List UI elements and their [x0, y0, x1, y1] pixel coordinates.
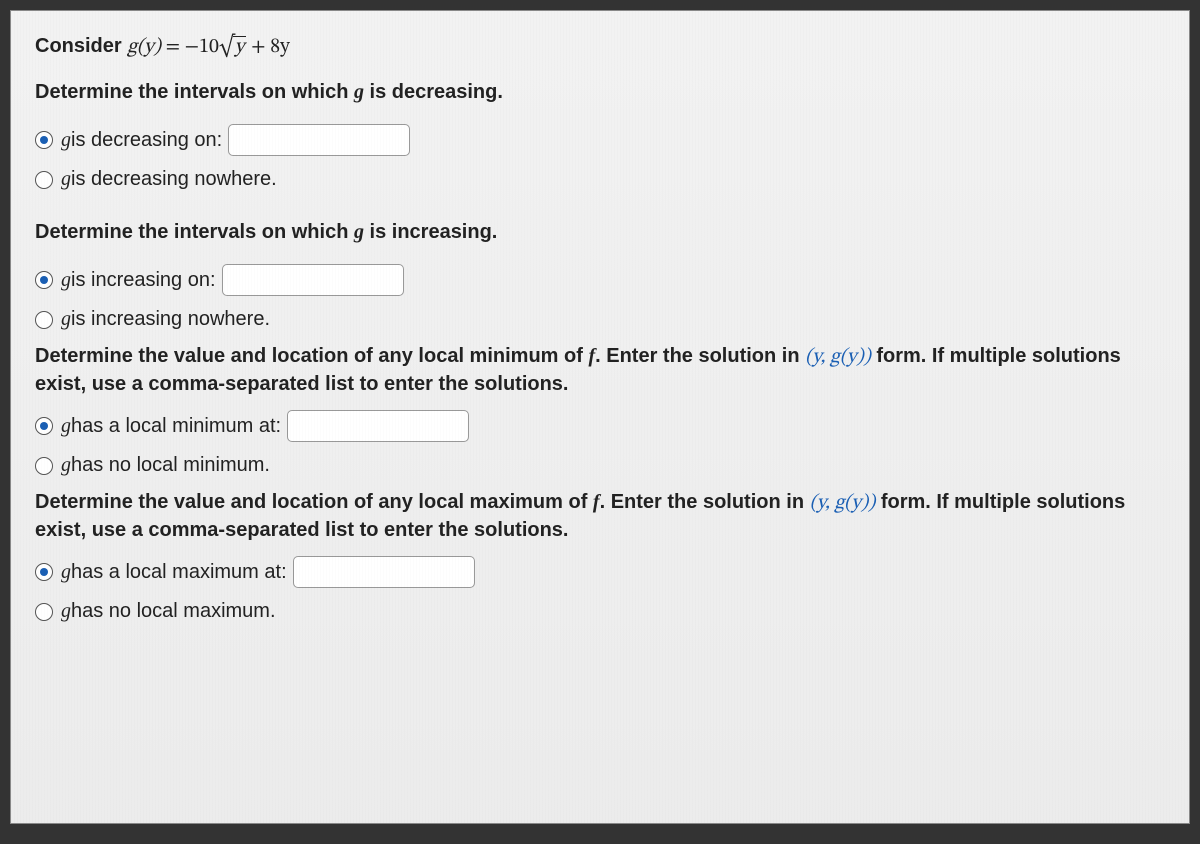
rhs-tail: + 8y: [246, 37, 289, 57]
neg-coeff: −10: [185, 37, 219, 57]
q4-opt2-text: has no local maximum.: [71, 598, 276, 625]
q1-input[interactable]: [228, 124, 410, 156]
q3-option-none[interactable]: g has no local minimum.: [35, 452, 1169, 479]
intro-prefix: Consider: [35, 35, 127, 57]
q1-opt1-text: is decreasing on:: [71, 127, 222, 154]
question-page: Consider g(y) = −10√y + 8y Determine the…: [10, 10, 1190, 824]
q3-option-at[interactable]: g has a local minimum at:: [35, 410, 1169, 442]
q1-option-on[interactable]: g is decreasing on:: [35, 124, 1169, 156]
radio-selected-icon[interactable]: [35, 131, 53, 149]
q1-options: g is decreasing on: g is decreasing nowh…: [35, 124, 1169, 193]
q4-input[interactable]: [293, 556, 475, 588]
radio-selected-icon[interactable]: [35, 271, 53, 289]
q3-opt1-text: has a local minimum at:: [71, 413, 281, 440]
sqrt-icon: √y: [219, 34, 247, 61]
q2-opt2-text: is increasing nowhere.: [71, 306, 270, 333]
q2-input[interactable]: [222, 264, 404, 296]
q1-option-nowhere[interactable]: g is decreasing nowhere.: [35, 166, 1169, 193]
q4-options: g has a local maximum at: g has no local…: [35, 556, 1169, 625]
q1-prompt: Determine the intervals on which g is de…: [35, 79, 1169, 106]
pair-notation: (y, g(y)): [805, 347, 871, 367]
q4-option-none[interactable]: g has no local maximum.: [35, 598, 1169, 625]
q4-option-at[interactable]: g has a local maximum at:: [35, 556, 1169, 588]
radio-unselected-icon[interactable]: [35, 311, 53, 329]
q3-input[interactable]: [287, 410, 469, 442]
func-lhs: g(y): [127, 37, 165, 57]
q3-prompt: Determine the value and location of any …: [35, 343, 1169, 398]
q1-opt2-text: is decreasing nowhere.: [71, 166, 277, 193]
q2-option-nowhere[interactable]: g is increasing nowhere.: [35, 306, 1169, 333]
function-definition: Consider g(y) = −10√y + 8y: [35, 33, 1169, 61]
q2-prompt: Determine the intervals on which g is in…: [35, 219, 1169, 246]
q2-option-on[interactable]: g is increasing on:: [35, 264, 1169, 296]
radio-selected-icon[interactable]: [35, 563, 53, 581]
q4-prompt: Determine the value and location of any …: [35, 489, 1169, 544]
radio-unselected-icon[interactable]: [35, 171, 53, 189]
equals: =: [166, 37, 185, 57]
q4-opt1-text: has a local maximum at:: [71, 559, 287, 586]
radio-selected-icon[interactable]: [35, 417, 53, 435]
pair-notation: (y, g(y)): [810, 493, 876, 513]
q3-opt2-text: has no local minimum.: [71, 452, 270, 479]
q2-options: g is increasing on: g is increasing nowh…: [35, 264, 1169, 333]
q2-opt1-text: is increasing on:: [71, 267, 216, 294]
radio-unselected-icon[interactable]: [35, 457, 53, 475]
radio-unselected-icon[interactable]: [35, 603, 53, 621]
q3-options: g has a local minimum at: g has no local…: [35, 410, 1169, 479]
